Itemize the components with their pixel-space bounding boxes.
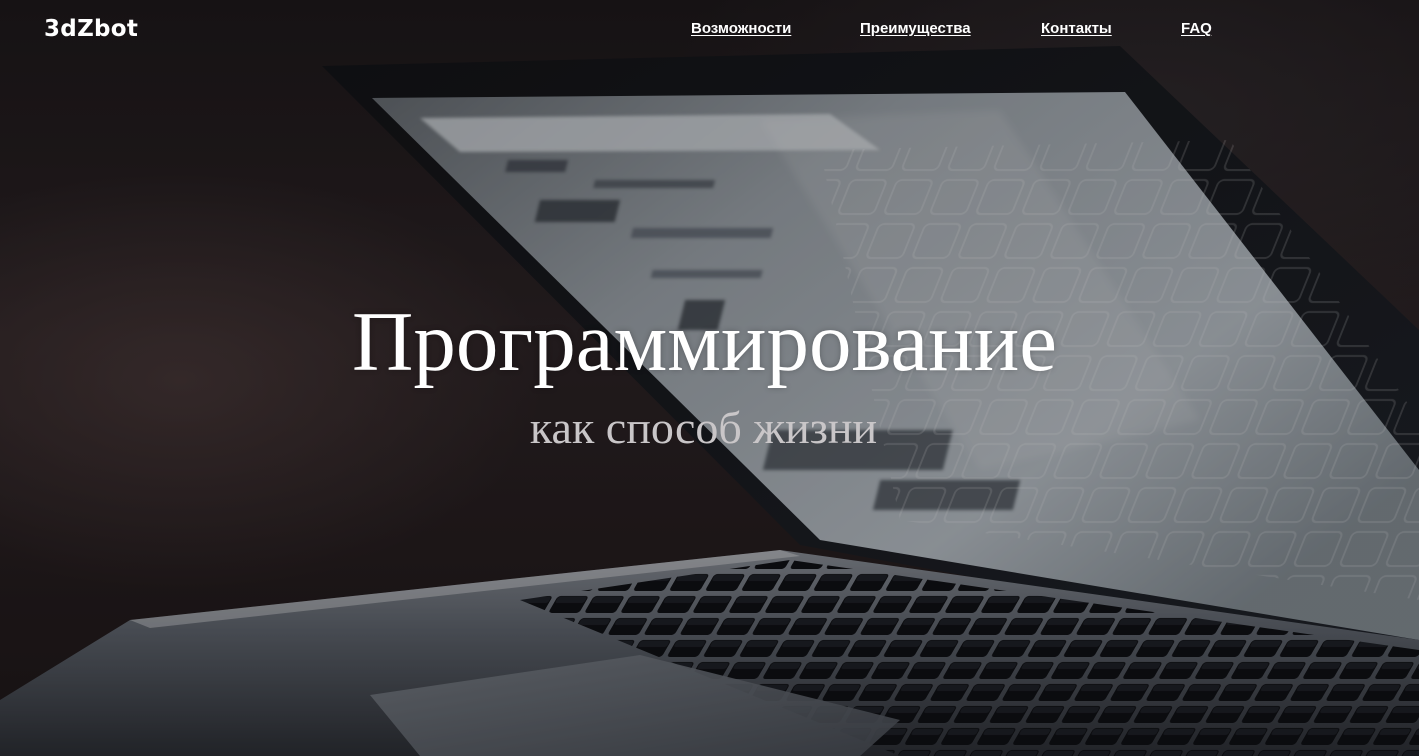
top-navigation: 3dZbot Возможности Преимущества Контакты…	[0, 0, 1419, 62]
nav-link-features[interactable]: Возможности	[691, 20, 791, 37]
hero-subtitle: как способ жизни	[529, 402, 878, 453]
site-logo[interactable]: 3dZbot	[44, 16, 138, 42]
hero-section: 3dZbot Возможности Преимущества Контакты…	[0, 0, 1419, 756]
hero-title: Программирование	[352, 295, 1057, 389]
hero-headline: Программирование как способ жизни	[0, 292, 1419, 456]
nav-link-contacts[interactable]: Контакты	[1041, 20, 1112, 37]
nav-link-faq[interactable]: FAQ	[1181, 20, 1212, 37]
nav-link-advantages[interactable]: Преимущества	[860, 20, 971, 37]
